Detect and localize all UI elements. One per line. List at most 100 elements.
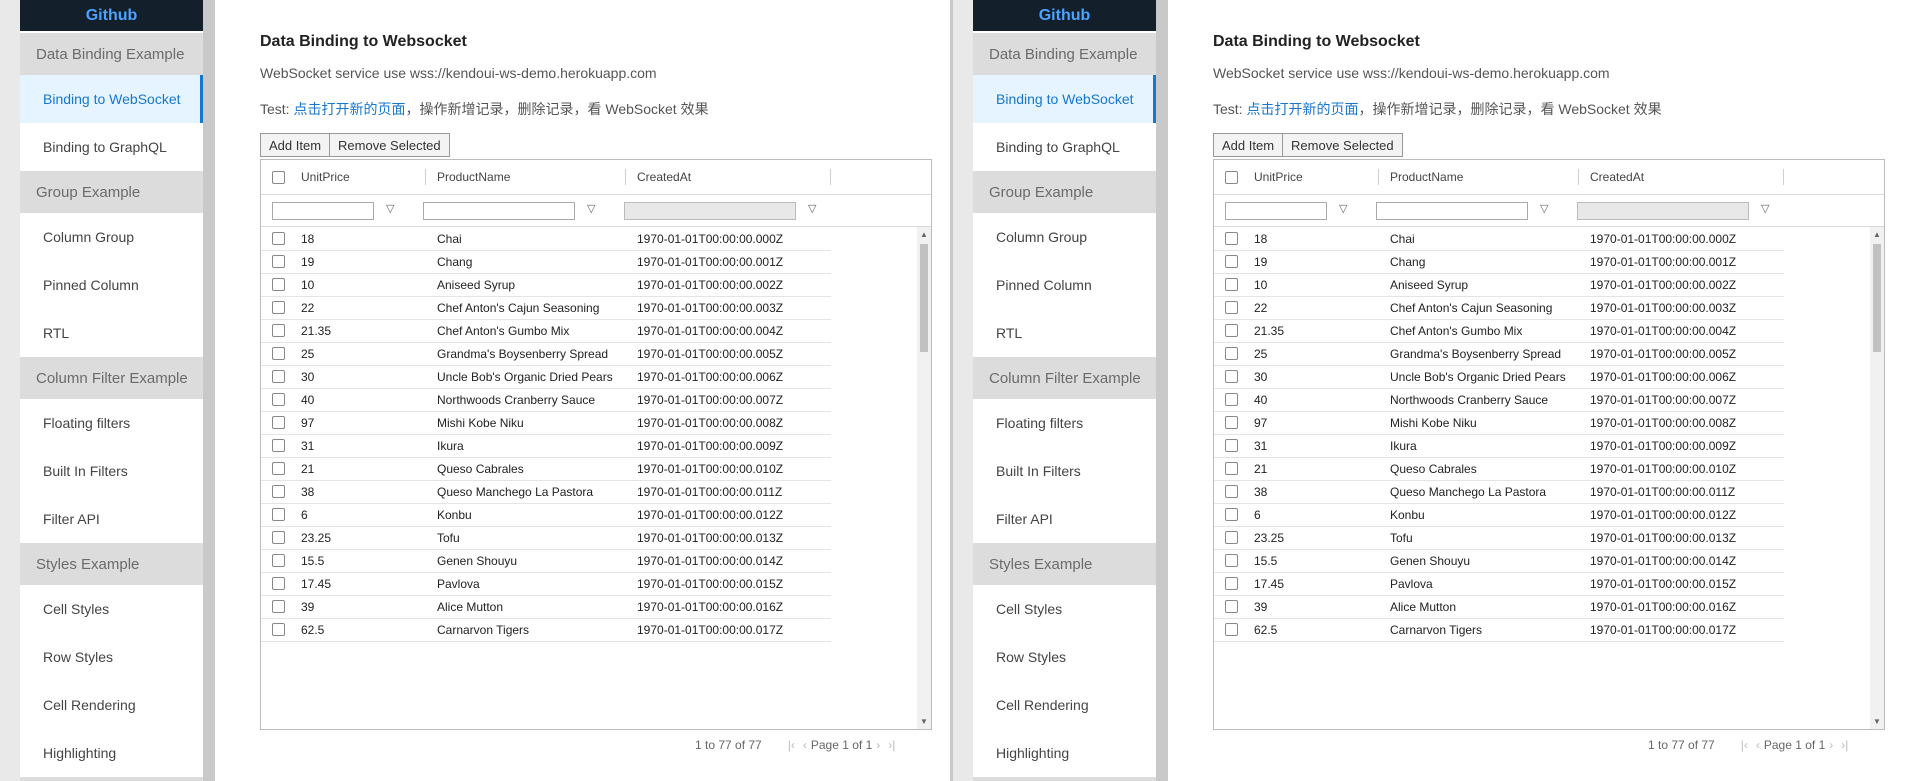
row-checkbox[interactable] bbox=[1225, 439, 1238, 452]
remove-selected-button[interactable]: Remove Selected bbox=[1283, 133, 1403, 157]
table-row[interactable]: 38 Queso Manchego La Pastora 1970-01-01T00… bbox=[261, 480, 831, 504]
table-row[interactable]: 19 Chang 1970-01-01T00:00:00.001Z bbox=[261, 250, 831, 274]
sidebar-item[interactable]: Filter API bbox=[973, 495, 1156, 543]
row-checkbox[interactable] bbox=[1225, 623, 1238, 636]
row-checkbox[interactable] bbox=[272, 347, 285, 360]
table-row[interactable]: 38 Queso Manchego La Pastora 1970-01-01T00… bbox=[1214, 480, 1784, 504]
sidebar-item[interactable]: Cell Styles bbox=[20, 585, 203, 633]
row-checkbox[interactable] bbox=[1225, 600, 1238, 613]
grid-vertical-scrollbar[interactable]: ▲ ▼ bbox=[1870, 227, 1884, 729]
header-createdat[interactable]: CreatedAt bbox=[626, 160, 831, 194]
scroll-up-arrow-icon[interactable]: ▲ bbox=[1870, 230, 1884, 239]
unitprice-filter-input[interactable] bbox=[1225, 202, 1327, 220]
row-checkbox[interactable] bbox=[1225, 301, 1238, 314]
table-row[interactable]: 97 Mishi Kobe Niku 1970-01-01T00:00:00.008… bbox=[1214, 411, 1784, 435]
next-page-icon[interactable]: › bbox=[876, 738, 880, 752]
row-checkbox[interactable] bbox=[272, 301, 285, 314]
next-page-icon[interactable]: › bbox=[1829, 738, 1833, 752]
row-checkbox[interactable] bbox=[272, 370, 285, 383]
row-checkbox[interactable] bbox=[1225, 255, 1238, 268]
table-row[interactable]: 62.5 Carnarvon Tigers 1970-01-01T00:00:00.… bbox=[261, 618, 831, 642]
previous-page-icon[interactable]: ‹ bbox=[1756, 738, 1760, 752]
last-page-icon[interactable]: ›| bbox=[888, 738, 895, 752]
table-row[interactable]: 97 Mishi Kobe Niku 1970-01-01T00:00:00.008… bbox=[261, 411, 831, 435]
header-productname[interactable]: ProductName bbox=[1379, 160, 1579, 194]
first-page-icon[interactable]: |‹ bbox=[788, 738, 795, 752]
row-checkbox[interactable] bbox=[272, 600, 285, 613]
sidebar-item[interactable]: Floating filters bbox=[973, 399, 1156, 447]
scroll-thumb[interactable] bbox=[1873, 244, 1881, 352]
row-checkbox[interactable] bbox=[272, 577, 285, 590]
table-row[interactable]: 17.45 Pavlova 1970-01-01T00:00:00.015Z bbox=[261, 572, 831, 596]
row-checkbox[interactable] bbox=[272, 278, 285, 291]
table-row[interactable]: 25 Grandma's Boysenberry Spread 1970-01-01… bbox=[1214, 342, 1784, 366]
sidebar-item[interactable]: Binding to GraphQL bbox=[973, 123, 1156, 171]
table-row[interactable]: 62.5 Carnarvon Tigers 1970-01-01T00:00:00.… bbox=[1214, 618, 1784, 642]
table-row[interactable]: 25 Grandma's Boysenberry Spread 1970-01-01… bbox=[261, 342, 831, 366]
table-row[interactable]: 23.25 Tofu 1970-01-01T00:00:00.013Z bbox=[1214, 526, 1784, 550]
row-checkbox[interactable] bbox=[1225, 278, 1238, 291]
sidebar-item[interactable]: Column Group bbox=[20, 213, 203, 261]
row-checkbox[interactable] bbox=[1225, 531, 1238, 544]
scroll-down-arrow-icon[interactable]: ▼ bbox=[1870, 717, 1884, 726]
sidebar-item[interactable]: Filter API bbox=[20, 495, 203, 543]
filter-icon[interactable]: ▽ bbox=[1339, 202, 1347, 215]
filter-icon[interactable]: ▽ bbox=[1761, 202, 1769, 215]
row-checkbox[interactable] bbox=[272, 554, 285, 567]
row-checkbox[interactable] bbox=[272, 255, 285, 268]
row-checkbox[interactable] bbox=[272, 485, 285, 498]
table-row[interactable]: 21 Queso Cabrales 1970-01-01T00:00:00.010Z bbox=[261, 457, 831, 481]
github-link[interactable]: Github bbox=[20, 0, 203, 31]
grid-vertical-scrollbar[interactable]: ▲ ▼ bbox=[917, 227, 931, 729]
row-checkbox[interactable] bbox=[1225, 393, 1238, 406]
row-checkbox[interactable] bbox=[272, 324, 285, 337]
sidebar-item[interactable]: Cell Rendering bbox=[973, 681, 1156, 729]
row-checkbox[interactable] bbox=[272, 439, 285, 452]
table-row[interactable]: 31 Ikura 1970-01-01T00:00:00.009Z bbox=[1214, 434, 1784, 458]
row-checkbox[interactable] bbox=[272, 393, 285, 406]
filter-icon[interactable]: ▽ bbox=[587, 202, 595, 215]
table-row[interactable]: 21 Queso Cabrales 1970-01-01T00:00:00.010Z bbox=[1214, 457, 1784, 481]
sidebar-item[interactable]: Highlighting bbox=[20, 729, 203, 777]
table-row[interactable]: 39 Alice Mutton 1970-01-01T00:00:00.016Z bbox=[261, 595, 831, 619]
previous-page-icon[interactable]: ‹ bbox=[803, 738, 807, 752]
table-row[interactable]: 22 Chef Anton's Cajun Seasoning 1970-01-01… bbox=[261, 296, 831, 320]
row-checkbox[interactable] bbox=[272, 508, 285, 521]
table-row[interactable]: 10 Aniseed Syrup 1970-01-01T00:00:00.002Z bbox=[1214, 273, 1784, 297]
row-checkbox[interactable] bbox=[1225, 485, 1238, 498]
scroll-thumb[interactable] bbox=[920, 244, 928, 352]
select-all-checkbox[interactable] bbox=[1225, 170, 1238, 184]
sidebar-item[interactable]: Highlighting bbox=[973, 729, 1156, 777]
sidebar-item[interactable]: Cell Rendering bbox=[20, 681, 203, 729]
sidebar-item[interactable]: RTL bbox=[20, 309, 203, 357]
sidebar-item[interactable]: Binding to WebSocket bbox=[20, 75, 203, 123]
add-item-button[interactable]: Add Item bbox=[260, 133, 331, 157]
row-checkbox[interactable] bbox=[272, 232, 285, 245]
add-item-button[interactable]: Add Item bbox=[1213, 133, 1284, 157]
sidebar-item[interactable]: Column Group bbox=[973, 213, 1156, 261]
row-checkbox[interactable] bbox=[1225, 462, 1238, 475]
sidebar-item[interactable]: Pinned Column bbox=[973, 261, 1156, 309]
table-row[interactable]: 17.45 Pavlova 1970-01-01T00:00:00.015Z bbox=[1214, 572, 1784, 596]
sidebar-item[interactable]: Binding to GraphQL bbox=[20, 123, 203, 171]
row-checkbox[interactable] bbox=[1225, 577, 1238, 590]
row-checkbox[interactable] bbox=[1225, 508, 1238, 521]
last-page-icon[interactable]: ›| bbox=[1841, 738, 1848, 752]
filter-icon[interactable]: ▽ bbox=[1540, 202, 1548, 215]
row-checkbox[interactable] bbox=[1225, 347, 1238, 360]
row-checkbox[interactable] bbox=[272, 531, 285, 544]
table-row[interactable]: 40 Northwoods Cranberry Sauce 1970-01-01T0… bbox=[1214, 388, 1784, 412]
filter-icon[interactable]: ▽ bbox=[386, 202, 394, 215]
remove-selected-button[interactable]: Remove Selected bbox=[330, 133, 450, 157]
row-checkbox[interactable] bbox=[272, 623, 285, 636]
table-row[interactable]: 31 Ikura 1970-01-01T00:00:00.009Z bbox=[261, 434, 831, 458]
row-checkbox[interactable] bbox=[1225, 554, 1238, 567]
sidebar-item[interactable]: Built In Filters bbox=[20, 447, 203, 495]
table-row[interactable]: 6 Konbu 1970-01-01T00:00:00.012Z bbox=[1214, 503, 1784, 527]
header-unitprice[interactable]: UnitPrice bbox=[301, 160, 426, 194]
table-row[interactable]: 21.35 Chef Anton's Gumbo Mix 1970-01-01T00… bbox=[261, 319, 831, 343]
table-row[interactable]: 18 Chai 1970-01-01T00:00:00.000Z bbox=[1214, 227, 1784, 251]
table-row[interactable]: 6 Konbu 1970-01-01T00:00:00.012Z bbox=[261, 503, 831, 527]
header-productname[interactable]: ProductName bbox=[426, 160, 626, 194]
table-row[interactable]: 22 Chef Anton's Cajun Seasoning 1970-01-01… bbox=[1214, 296, 1784, 320]
